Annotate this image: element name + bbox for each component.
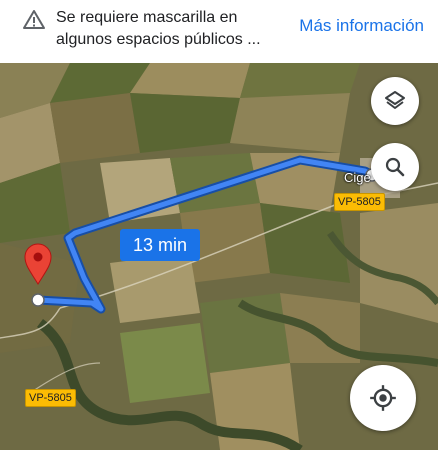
layers-button[interactable] xyxy=(371,77,419,125)
my-location-icon xyxy=(370,385,396,411)
notice-banner: Se requiere mascarilla en algunos espaci… xyxy=(0,0,438,63)
layers-icon xyxy=(385,91,405,109)
route-start-dot xyxy=(31,293,45,307)
town-label: Cige xyxy=(344,170,371,185)
route-duration-label[interactable]: 13 min xyxy=(120,229,200,261)
more-info-link[interactable]: Más información xyxy=(299,16,424,36)
search-button[interactable] xyxy=(371,143,419,191)
map-view[interactable]: Cige VP-5805 VP-5805 13 min xyxy=(0,63,438,450)
notice-message: Se requiere mascarilla en algunos espaci… xyxy=(56,9,261,48)
road-shield-label: VP-5805 xyxy=(25,389,76,407)
warning-icon xyxy=(23,10,45,29)
my-location-button[interactable] xyxy=(350,365,416,431)
road-shield-label: VP-5805 xyxy=(334,193,385,211)
search-icon xyxy=(385,157,405,177)
